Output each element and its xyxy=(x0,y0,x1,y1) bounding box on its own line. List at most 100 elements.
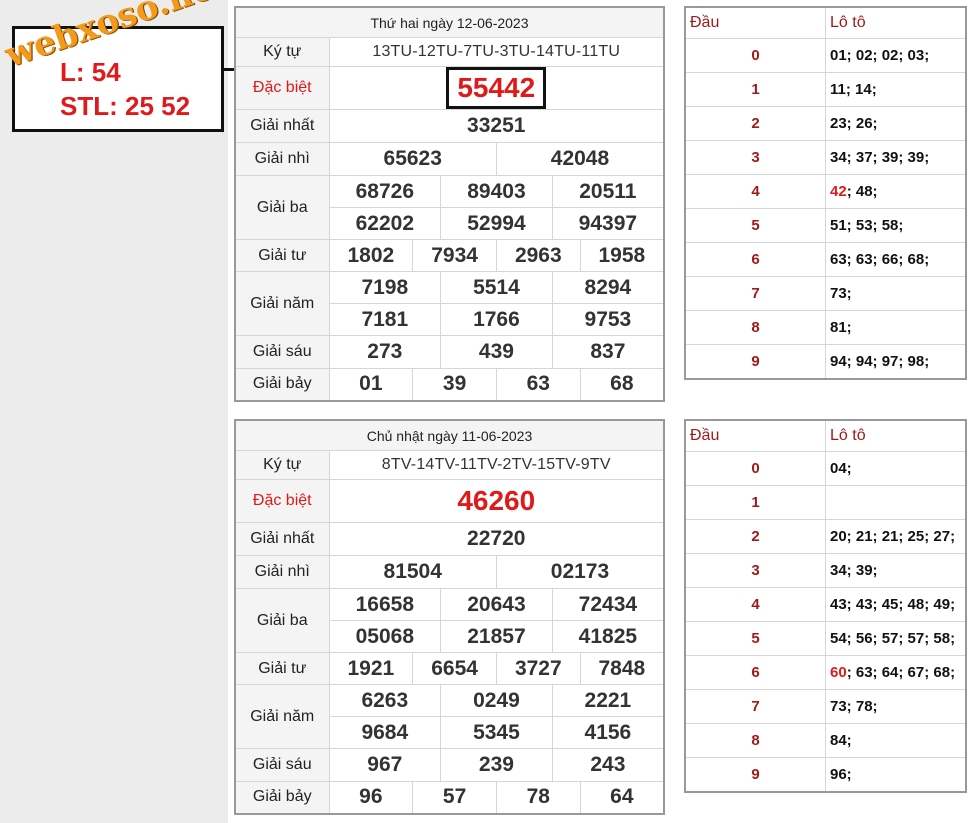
first-prize-label: Giải nhất xyxy=(234,109,330,143)
sixth-prize-value: 967 xyxy=(328,748,442,782)
loto-values: 63; 63; 66; 68; xyxy=(825,242,967,277)
loto-values: 84; xyxy=(825,723,967,758)
first-prize-value: 22720 xyxy=(328,522,665,556)
third-prize-value: 62202 xyxy=(328,207,442,240)
loto-row: 2 20; 21; 21; 25; 27; xyxy=(684,519,967,554)
seventh-prize-value: 78 xyxy=(495,781,581,814)
loto-head: 4 xyxy=(684,174,826,209)
draw-date-title: Chủ nhật ngày 11-06-2023 xyxy=(234,419,665,451)
fifth-prize-value: 5514 xyxy=(440,271,553,304)
fourth-prize-label: Giải tư xyxy=(234,652,330,685)
loto-head: 8 xyxy=(684,310,826,345)
loto-values: 43; 43; 45; 48; 49; xyxy=(825,587,967,622)
first-prize-label: Giải nhất xyxy=(234,522,330,556)
fifth-prize-value: 5345 xyxy=(440,716,553,749)
sixth-prize-value: 439 xyxy=(440,335,553,369)
seventh-prize-label: Giải bảy xyxy=(234,781,330,814)
loto-head: 5 xyxy=(684,208,826,243)
sixth-prize-label: Giải sáu xyxy=(234,748,330,782)
loto-row: 9 96; xyxy=(684,757,967,793)
sixth-prize-label: Giải sáu xyxy=(234,335,330,369)
seventh-prize-value: 57 xyxy=(412,781,497,814)
fifth-prize-value: 7198 xyxy=(328,271,442,304)
fifth-prize-label: Giải năm xyxy=(234,271,330,336)
loto-values: 60; 63; 64; 67; 68; xyxy=(825,655,967,690)
loto-values: 04; xyxy=(825,451,967,486)
fifth-prize-value: 8294 xyxy=(551,271,665,304)
seventh-prize-value: 01 xyxy=(328,368,414,401)
fourth-prize-value: 6654 xyxy=(412,652,497,685)
loto-head: 5 xyxy=(684,621,826,656)
loto-head: 2 xyxy=(684,519,826,554)
loto-values: 96; xyxy=(825,757,967,793)
fourth-prize-value: 1958 xyxy=(579,239,665,272)
second-prize-value: 65623 xyxy=(328,142,497,176)
third-prize-value: 89403 xyxy=(440,175,553,208)
loto-head: 9 xyxy=(684,757,826,793)
second-prize-value: 81504 xyxy=(328,555,497,589)
fifth-prize-value: 2221 xyxy=(551,684,665,717)
stl-line-1: L: 54 xyxy=(60,57,121,87)
loto-values xyxy=(825,485,967,520)
loto-row: 1 11; 14; xyxy=(684,72,967,107)
draw-code: 8TV-14TV-11TV-2TV-15TV-9TV xyxy=(328,450,665,480)
loto-row: 5 51; 53; 58; xyxy=(684,208,967,243)
fourth-prize-value: 1802 xyxy=(328,239,414,272)
third-prize-value: 41825 xyxy=(551,620,665,653)
loto-values: 81; xyxy=(825,310,967,345)
seventh-prize-value: 64 xyxy=(579,781,665,814)
fourth-prize-value: 1921 xyxy=(328,652,414,685)
loto-head: 6 xyxy=(684,242,826,277)
seventh-prize-value: 63 xyxy=(495,368,581,401)
fifth-prize-value: 6263 xyxy=(328,684,442,717)
fifth-prize-value: 9753 xyxy=(551,303,665,336)
loto-values: 34; 37; 39; 39; xyxy=(825,140,967,175)
sixth-prize-value: 273 xyxy=(328,335,442,369)
loto-head: 2 xyxy=(684,106,826,141)
loto-head: 3 xyxy=(684,140,826,175)
loto-head: 1 xyxy=(684,72,826,107)
special-prize-label: Đặc biệt xyxy=(234,66,330,110)
sixth-prize-value: 239 xyxy=(440,748,553,782)
loto-table-2: Đầu Lô tô 0 04; 1 2 20; 21; 21; 25; 27; 33… xyxy=(684,419,967,793)
loto-row: 4 42; 48; xyxy=(684,174,967,209)
fourth-prize-value: 7934 xyxy=(412,239,497,272)
third-prize-value: 68726 xyxy=(328,175,442,208)
loto-values: 11; 14; xyxy=(825,72,967,107)
third-prize-value: 16658 xyxy=(328,588,442,621)
loto-values: 20; 21; 21; 25; 27; xyxy=(825,519,967,554)
loto-row: 0 04; xyxy=(684,451,967,486)
loto-head: 0 xyxy=(684,38,826,73)
loto-values: 34; 39; xyxy=(825,553,967,588)
stl-line-2: STL: 25 52 xyxy=(60,91,191,121)
second-prize-value: 42048 xyxy=(495,142,665,176)
seventh-prize-value: 96 xyxy=(328,781,414,814)
loto-values: 51; 53; 58; xyxy=(825,208,967,243)
loto-head: 3 xyxy=(684,553,826,588)
special-prize-value: 46260 xyxy=(457,485,536,516)
loto-head: 9 xyxy=(684,344,826,380)
loto-row: 7 73; xyxy=(684,276,967,311)
third-prize-value: 72434 xyxy=(551,588,665,621)
sixth-prize-value: 837 xyxy=(551,335,665,369)
loto-row: 4 43; 43; 45; 48; 49; xyxy=(684,587,967,622)
fourth-prize-value: 3727 xyxy=(495,652,581,685)
fifth-prize-value: 9684 xyxy=(328,716,442,749)
loto-head: 6 xyxy=(684,655,826,690)
fourth-prize-label: Giải tư xyxy=(234,239,330,272)
loto-values: 94; 94; 97; 98; xyxy=(825,344,967,380)
draw-code: 13TU-12TU-7TU-3TU-14TU-11TU xyxy=(328,37,665,67)
fifth-prize-label: Giải năm xyxy=(234,684,330,749)
loto-row: 3 34; 39; xyxy=(684,553,967,588)
seventh-prize-label: Giải bảy xyxy=(234,368,330,401)
loto-head-label: Đầu xyxy=(684,6,826,39)
loto-table-1: Đầu Lô tô 0 01; 02; 02; 03; 1 11; 14; 2 23;… xyxy=(684,6,967,380)
loto-row: 6 63; 63; 66; 68; xyxy=(684,242,967,277)
loto-head: 0 xyxy=(684,451,826,486)
second-prize-label: Giải nhì xyxy=(234,555,330,589)
loto-values-label: Lô tô xyxy=(825,419,967,452)
third-prize-value: 20511 xyxy=(551,175,665,208)
first-prize-value: 33251 xyxy=(328,109,665,143)
seventh-prize-value: 68 xyxy=(579,368,665,401)
third-prize-value: 21857 xyxy=(440,620,553,653)
